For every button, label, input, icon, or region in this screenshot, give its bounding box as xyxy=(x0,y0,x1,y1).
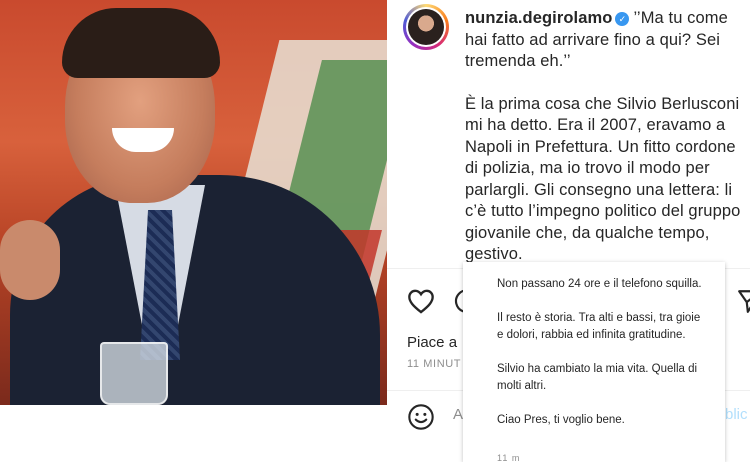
heart-icon xyxy=(408,289,434,314)
overlay-paragraph: Ciao Pres, ti voglio bene. xyxy=(497,414,625,426)
photo-glass xyxy=(100,342,168,405)
post-timestamp[interactable]: 11 MINUT xyxy=(407,358,461,370)
post-photo[interactable] xyxy=(0,0,387,405)
overlay-timestamp: 11 m xyxy=(497,453,521,462)
overlay-paragraph: Non passano 24 ore e il telefono squilla… xyxy=(497,278,702,290)
likes-count[interactable]: Piace a xyxy=(407,334,457,351)
avatar-image xyxy=(408,9,444,45)
photo-hair xyxy=(62,8,220,78)
verified-badge-icon: ✓ xyxy=(615,12,630,26)
comment-input[interactable]: A xyxy=(453,406,463,423)
photo-hand xyxy=(0,220,60,300)
post-caption: nunzia.degirolamo ✓ ’’Ma tu come hai fatto… xyxy=(465,8,750,287)
overlay-paragraph: Il resto è storia. Tra alti e bassi, tra… xyxy=(497,312,701,341)
like-button[interactable] xyxy=(407,288,435,319)
emoji-icon xyxy=(408,404,434,430)
share-icon xyxy=(738,290,750,313)
emoji-button[interactable] xyxy=(407,403,435,436)
username-link[interactable]: nunzia.degirolamo xyxy=(465,9,612,27)
overlay-paragraph: Silvio ha cambiato la mia vita. Quella d… xyxy=(497,363,698,392)
caption-overlay-card: Non passano 24 ore e il telefono squilla… xyxy=(463,262,725,462)
share-button[interactable] xyxy=(737,288,750,319)
caption-paragraph: È la prima cosa che Silvio Berlusconi mi… xyxy=(465,94,741,264)
avatar[interactable] xyxy=(403,4,449,50)
publish-button[interactable]: blic xyxy=(725,406,748,423)
